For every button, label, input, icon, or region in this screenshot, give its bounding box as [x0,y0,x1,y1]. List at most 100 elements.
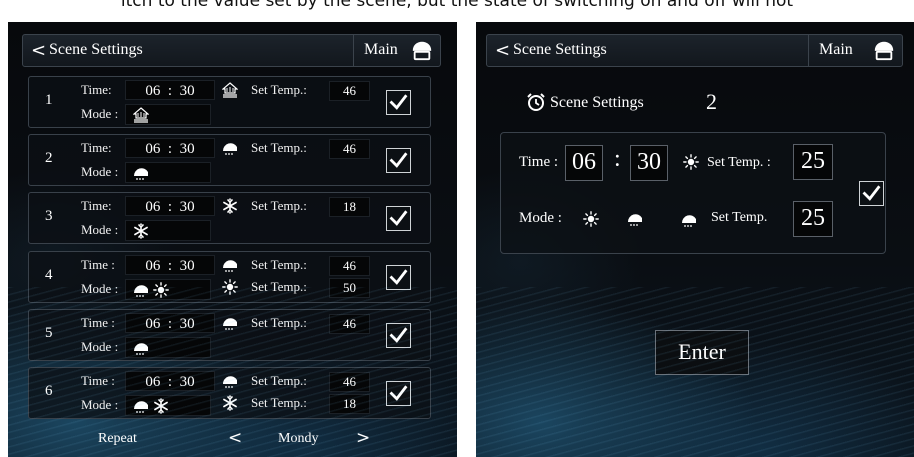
scene-row: 1 Time: 06 : 30 Mode : Set Temp.: 46 [28,76,431,128]
scene-edit-screen: < Scene Settings Main Scene Settings 2 T… [476,22,914,457]
scene-number: 3 [45,208,53,224]
set-temp-label: Set Temp.: [251,82,307,97]
enable-checkbox[interactable] [386,323,411,348]
mode-label: Mode : [81,222,119,237]
next-day-button[interactable]: > [356,428,370,448]
check-icon [388,267,409,288]
water-heating-icon [222,140,238,156]
cooling-icon [222,198,238,214]
enable-checkbox[interactable] [386,381,411,406]
heating-icon [683,154,699,170]
scene-number: 2 [45,150,53,166]
water-heating-icon [133,398,149,414]
time-label: Time : [81,257,115,272]
set-temp-value[interactable]: 50 [329,278,370,298]
prev-day-button[interactable]: < [228,428,242,448]
scene-row: 3 Time: 06 : 30 Mode : Set Temp.: 18 [28,192,431,244]
mode-label: Mode : [81,106,119,121]
home-icon[interactable] [411,39,433,61]
mode-label: Mode : [81,339,119,354]
water-heating-mode-icon[interactable] [627,211,643,227]
set-temp-field[interactable]: 25 [793,144,833,180]
check-icon [388,150,409,171]
time-field[interactable]: 06 : 30 [125,196,215,216]
minute-field[interactable]: 30 [630,145,668,181]
time-colon: : [614,146,621,172]
water-heating-icon [222,257,238,273]
heating-icon [153,282,169,298]
floor-heating-icon [133,107,149,123]
time-label: Time: [81,198,112,213]
enable-checkbox[interactable] [386,90,411,115]
alarm-clock-icon [526,92,546,112]
set-temp-value[interactable]: 18 [329,394,370,414]
set-temp-value[interactable]: 46 [329,256,370,276]
document-caption: itch to the value set by the scene, but … [0,0,914,22]
check-icon [388,208,409,229]
scene-number: 5 [45,325,53,341]
enable-checkbox[interactable] [386,265,411,290]
back-button[interactable]: < [495,40,510,61]
header-bar: < Scene Settings Main [22,34,441,67]
time-field[interactable]: 06 : 30 [125,371,215,391]
set-temp-label: Set Temp.: [251,257,307,272]
set-temp-value[interactable]: 46 [329,139,370,159]
set-temp-value[interactable]: 46 [329,372,370,392]
time-field[interactable]: 06 : 30 [125,138,215,158]
set-temp-value[interactable]: 46 [329,314,370,334]
main-button[interactable]: Main [364,41,398,59]
scene-row: 4 Time : 06 : 30 Mode : Set Temp.: 46 Set Temp… [28,251,431,303]
repeat-button[interactable]: Repeat [98,431,137,447]
scene-list-screen: < Scene Settings Main 1 Time: 06 : 30 Mode … [8,22,457,457]
set-temp-label: Set Temp.: [251,140,307,155]
water-heating-icon [133,282,149,298]
set-temp-value[interactable]: 46 [329,81,370,101]
header-divider [808,35,809,66]
cooling-icon [222,395,238,411]
set-temp-label: Set Temp.: [251,395,307,410]
time-field[interactable]: 06 : 30 [125,255,215,275]
enable-checkbox[interactable] [859,181,884,206]
set-temp-label: Set Temp.: [251,373,307,388]
scene-row: 5 Time : 06 : 30 Mode : Set Temp.: 46 [28,309,431,361]
hour-field[interactable]: 06 [565,145,603,181]
water-heating-icon [222,373,238,389]
home-icon[interactable] [873,39,895,61]
water-heating-icon [681,212,697,228]
enter-button[interactable]: Enter [655,330,749,375]
time-label: Time: [81,140,112,155]
heating-mode-icon[interactable] [583,211,599,227]
scene-number: 4 [45,267,53,283]
main-button[interactable]: Main [819,41,853,59]
heating-icon [222,279,238,295]
time-label: Time : [81,315,115,330]
set-temp-label: Set Temp. [711,210,768,225]
header-divider [353,35,354,66]
enable-checkbox[interactable] [386,206,411,231]
scene-number: 1 [45,92,53,108]
cooling-icon [153,398,169,414]
check-icon [388,325,409,346]
back-button[interactable]: < [31,40,46,61]
day-label: Mondy [278,431,319,446]
set-temp-field[interactable]: 25 [793,201,833,237]
header-bar: < Scene Settings Main [486,34,903,67]
water-heating-icon [133,165,149,181]
mode-label: Mode : [81,397,119,412]
set-temp-value[interactable]: 18 [329,197,370,217]
scene-editor-card: Time : 06 : 30 Set Temp. : 25 Mode : Set… [500,132,886,254]
time-field[interactable]: 06 : 30 [125,313,215,333]
check-icon [388,383,409,404]
set-temp-label: Set Temp.: [251,198,307,213]
time-label: Time : [519,154,559,170]
water-heating-icon [222,315,238,331]
scene-row: 6 Time : 06 : 30 Mode : Set Temp.: 46 Set Temp… [28,367,431,419]
time-label: Time : [81,373,115,388]
enable-checkbox[interactable] [386,148,411,173]
time-label: Time: [81,82,112,97]
time-field[interactable]: 06 : 30 [125,80,215,100]
set-temp-label: Set Temp. : [707,155,771,170]
set-temp-label: Set Temp.: [251,315,307,330]
page-title: Scene Settings [49,41,143,58]
scene-number: 6 [45,383,53,399]
